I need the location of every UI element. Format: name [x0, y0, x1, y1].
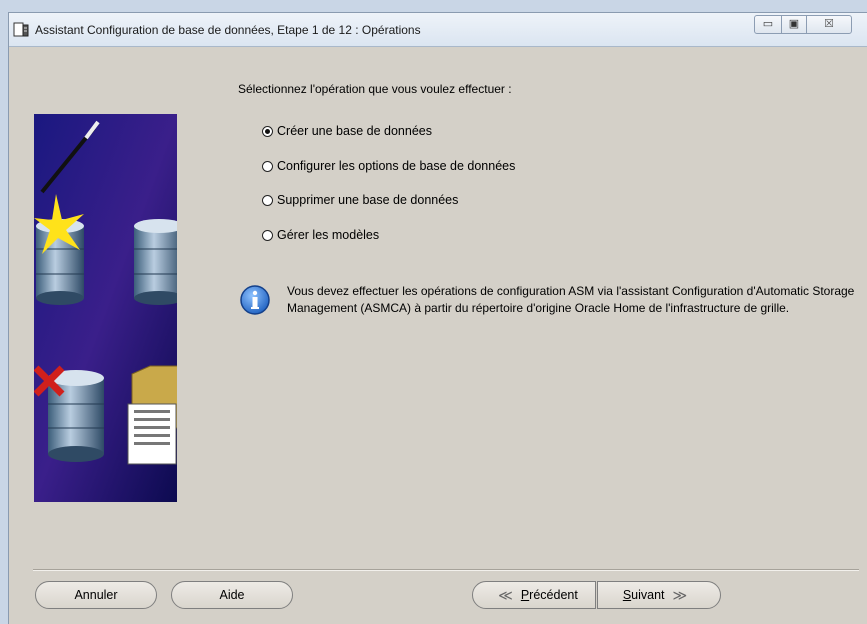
next-label: Suivant — [622, 588, 665, 602]
option-manage-templates[interactable]: Gérer les modèles — [262, 227, 379, 243]
option-configure-database[interactable]: Configurer les options de base de donnée… — [262, 158, 515, 174]
database-wizard-illustration — [34, 114, 177, 502]
option-label: Configurer les options de base de donnée… — [277, 159, 516, 173]
option-label: Gérer les modèles — [277, 228, 380, 242]
option-delete-database[interactable]: Supprimer une base de données — [262, 192, 458, 208]
maximize-button[interactable]: ▣ — [781, 15, 807, 34]
radio-icon[interactable] — [262, 160, 273, 172]
dbca-window: Assistant Configuration de base de donné… — [8, 12, 867, 624]
operation-prompt: Sélectionnez l'opération que vous voulez… — [238, 82, 512, 96]
chevron-right-icon: ≫ — [672, 586, 688, 603]
close-button[interactable]: ☒ — [806, 15, 852, 34]
minimize-button[interactable]: ▭ — [754, 15, 782, 34]
cylinder-right — [134, 219, 177, 305]
help-button[interactable]: Aide — [171, 581, 293, 609]
option-label: Supprimer une base de données — [277, 193, 459, 207]
radio-icon[interactable] — [262, 194, 273, 206]
footer-divider — [33, 569, 859, 571]
help-label: Aide — [219, 588, 245, 602]
cancel-button[interactable]: Annuler — [35, 581, 157, 609]
cancel-label: Annuler — [74, 588, 118, 602]
next-button[interactable]: Suivant ≫ — [597, 581, 721, 609]
app-icon — [13, 22, 29, 37]
asm-info-message: Vous devez effectuer les opérations de c… — [287, 284, 855, 315]
option-create-database[interactable]: Créer une base de données — [262, 123, 432, 139]
window-title: Assistant Configuration de base de donné… — [35, 23, 421, 37]
previous-label: Précédent — [520, 588, 578, 602]
wizard-content: Sélectionnez l'opération que vous voulez… — [9, 47, 867, 624]
option-label: Créer une base de données — [277, 124, 432, 138]
title-bar: Assistant Configuration de base de donné… — [9, 13, 867, 47]
radio-selected-icon[interactable] — [262, 125, 273, 137]
previous-button[interactable]: ≪ Précédent — [472, 581, 596, 609]
radio-icon[interactable] — [262, 229, 273, 241]
chevron-left-icon: ≪ — [498, 586, 513, 603]
info-icon — [240, 285, 270, 315]
